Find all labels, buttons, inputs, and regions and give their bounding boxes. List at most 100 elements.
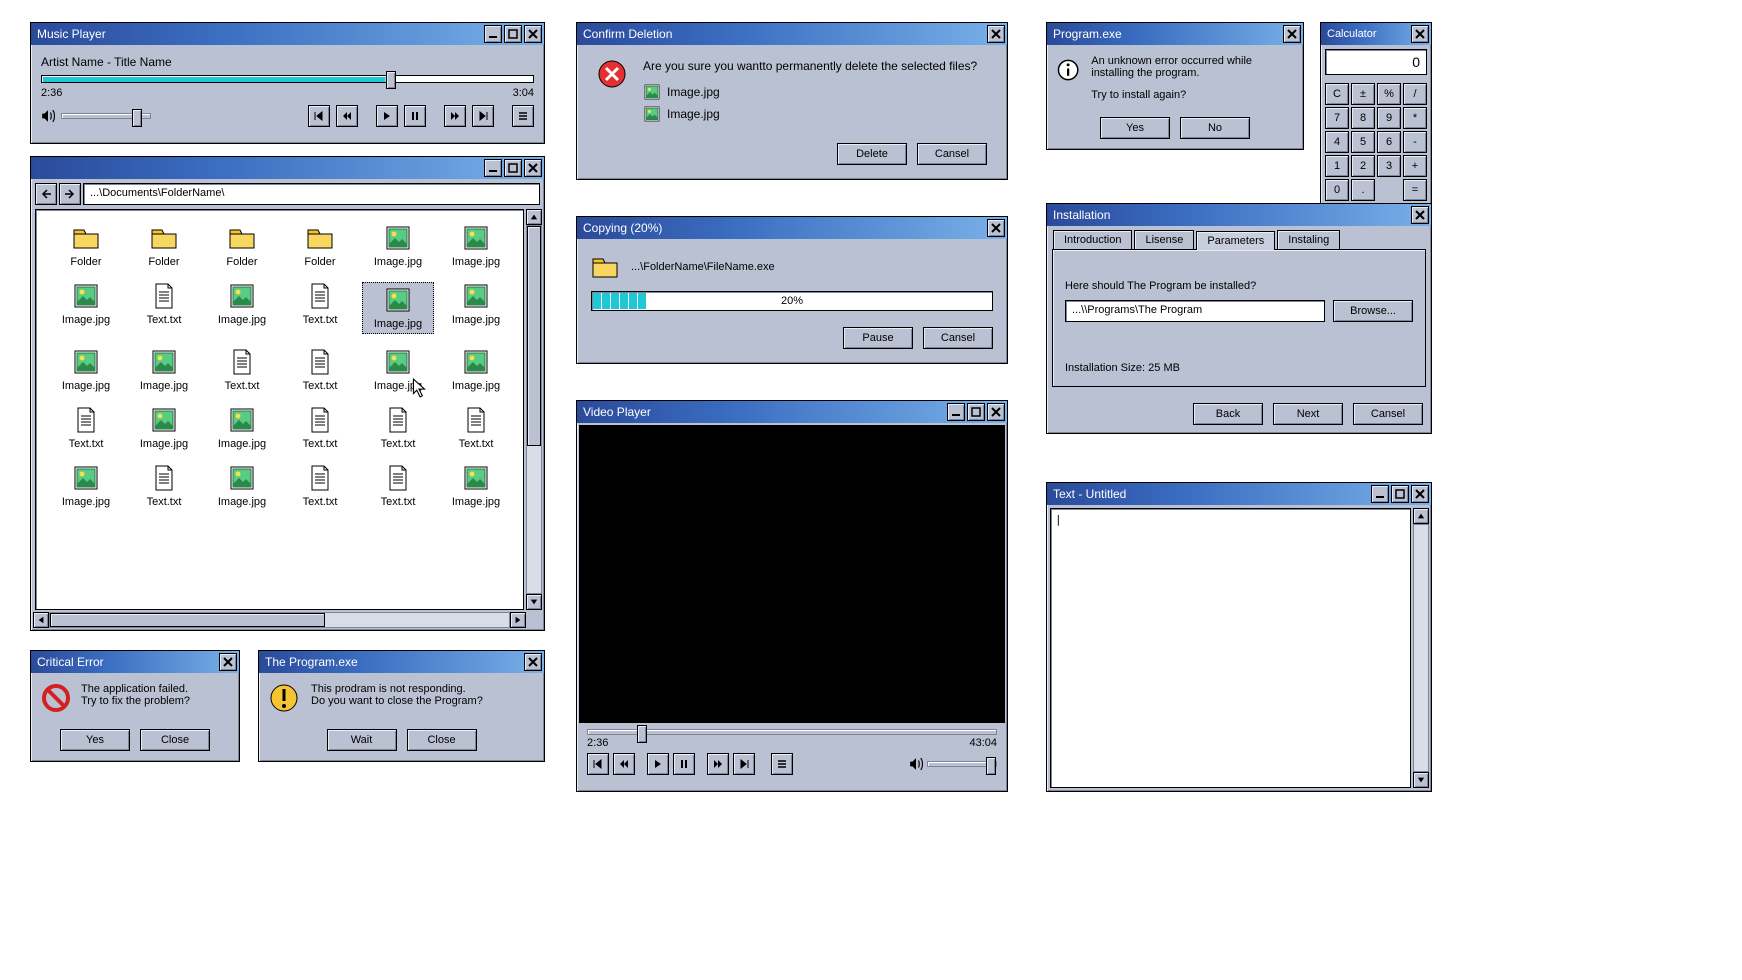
- file-item[interactable]: Folder: [128, 224, 200, 268]
- calc-key[interactable]: 0: [1325, 179, 1349, 201]
- titlebar[interactable]: Calculator: [1321, 23, 1431, 45]
- file-item[interactable]: Image.jpg: [50, 464, 122, 508]
- calc-key[interactable]: 7: [1325, 107, 1349, 129]
- scroll-down-button[interactable]: [1413, 772, 1429, 788]
- calc-key[interactable]: %: [1377, 83, 1401, 105]
- close-button[interactable]: [1411, 25, 1429, 43]
- next-button[interactable]: [472, 105, 494, 127]
- nav-forward-button[interactable]: [59, 183, 81, 205]
- pause-button[interactable]: [673, 753, 695, 775]
- scroll-thumb[interactable]: [50, 613, 325, 627]
- ffwd-button[interactable]: [444, 105, 466, 127]
- tab-lisense[interactable]: Lisense: [1134, 230, 1194, 249]
- tab-introduction[interactable]: Introduction: [1053, 230, 1132, 249]
- calc-key[interactable]: C: [1325, 83, 1349, 105]
- file-item[interactable]: Image.jpg: [440, 224, 512, 268]
- close-button[interactable]: [1411, 206, 1429, 224]
- file-item[interactable]: Image.jpg: [362, 224, 434, 268]
- minimize-button[interactable]: [484, 159, 502, 177]
- file-item[interactable]: Text.txt: [284, 464, 356, 508]
- close-button[interactable]: [524, 653, 542, 671]
- maximize-button[interactable]: [1391, 485, 1409, 503]
- yes-button[interactable]: Yes: [1100, 117, 1170, 139]
- file-item[interactable]: Text.txt: [128, 282, 200, 334]
- horizontal-scrollbar[interactable]: [33, 612, 526, 628]
- calc-key[interactable]: =: [1403, 179, 1427, 201]
- maximize-button[interactable]: [504, 25, 522, 43]
- vertical-scrollbar[interactable]: [526, 209, 542, 610]
- titlebar[interactable]: Copying (20%): [577, 217, 1007, 239]
- calc-key[interactable]: 8: [1351, 107, 1375, 129]
- close-button[interactable]: [987, 219, 1005, 237]
- nav-back-button[interactable]: [35, 183, 57, 205]
- file-item[interactable]: Folder: [284, 224, 356, 268]
- titlebar[interactable]: [31, 157, 544, 179]
- calc-key[interactable]: .: [1351, 179, 1375, 201]
- next-button[interactable]: Next: [1273, 403, 1343, 425]
- back-button[interactable]: Back: [1193, 403, 1263, 425]
- titlebar[interactable]: Music Player: [31, 23, 544, 45]
- close-program-button[interactable]: Close: [407, 729, 477, 751]
- file-item[interactable]: Image.jpg: [440, 348, 512, 392]
- video-seek-thumb[interactable]: [637, 725, 647, 743]
- play-button[interactable]: [376, 105, 398, 127]
- scroll-thumb[interactable]: [527, 226, 541, 446]
- file-item[interactable]: Image.jpg: [50, 348, 122, 392]
- calc-key[interactable]: 3: [1377, 155, 1401, 177]
- file-item[interactable]: Image.jpg: [206, 282, 278, 334]
- minimize-button[interactable]: [484, 25, 502, 43]
- cancel-button[interactable]: Cansel: [917, 143, 987, 165]
- volume-thumb[interactable]: [986, 757, 996, 775]
- file-item[interactable]: Image.jpg: [128, 348, 200, 392]
- minimize-button[interactable]: [947, 403, 965, 421]
- volume-track[interactable]: [927, 761, 997, 767]
- file-item[interactable]: Image.jpg: [206, 464, 278, 508]
- file-item[interactable]: Text.txt: [362, 464, 434, 508]
- calc-key[interactable]: 4: [1325, 131, 1349, 153]
- prev-button[interactable]: [308, 105, 330, 127]
- titlebar[interactable]: Confirm Deletion: [577, 23, 1007, 45]
- pause-button[interactable]: Pause: [843, 327, 913, 349]
- close-button[interactable]: [1283, 25, 1301, 43]
- titlebar[interactable]: Critical Error: [31, 651, 239, 673]
- address-bar[interactable]: ...\Documents\FolderName\: [83, 183, 540, 205]
- yes-button[interactable]: Yes: [60, 729, 130, 751]
- close-dialog-button[interactable]: Close: [140, 729, 210, 751]
- wait-button[interactable]: Wait: [327, 729, 397, 751]
- scroll-down-button[interactable]: [526, 594, 542, 610]
- text-area[interactable]: |: [1050, 508, 1411, 788]
- titlebar[interactable]: The Program.exe: [259, 651, 544, 673]
- ffwd-button[interactable]: [707, 753, 729, 775]
- volume-track[interactable]: [61, 113, 151, 119]
- file-item[interactable]: Text.txt: [284, 348, 356, 392]
- seek-track[interactable]: [41, 75, 534, 83]
- scroll-right-button[interactable]: [510, 612, 526, 628]
- file-item[interactable]: Text.txt: [284, 282, 356, 334]
- seek-thumb[interactable]: [386, 71, 396, 89]
- file-item[interactable]: Text.txt: [128, 464, 200, 508]
- calc-key[interactable]: ±: [1351, 83, 1375, 105]
- next-button[interactable]: [733, 753, 755, 775]
- file-item[interactable]: Text.txt: [50, 406, 122, 450]
- file-item[interactable]: Text.txt: [206, 348, 278, 392]
- playlist-button[interactable]: [512, 105, 534, 127]
- play-button[interactable]: [647, 753, 669, 775]
- calc-key[interactable]: *: [1403, 107, 1427, 129]
- close-button[interactable]: [987, 25, 1005, 43]
- calc-key[interactable]: -: [1403, 131, 1427, 153]
- delete-button[interactable]: Delete: [837, 143, 907, 165]
- calc-key[interactable]: 1: [1325, 155, 1349, 177]
- vertical-scrollbar[interactable]: [1413, 508, 1429, 788]
- file-item[interactable]: Image.jpg: [128, 406, 200, 450]
- close-button[interactable]: [524, 159, 542, 177]
- cancel-button[interactable]: Cansel: [923, 327, 993, 349]
- titlebar[interactable]: Program.exe: [1047, 23, 1303, 45]
- video-seek-track[interactable]: [587, 729, 997, 735]
- close-button[interactable]: [1411, 485, 1429, 503]
- file-item[interactable]: Text.txt: [440, 406, 512, 450]
- titlebar[interactable]: Text - Untitled: [1047, 483, 1431, 505]
- minimize-button[interactable]: [1371, 485, 1389, 503]
- maximize-button[interactable]: [504, 159, 522, 177]
- calc-key[interactable]: 5: [1351, 131, 1375, 153]
- close-button[interactable]: [987, 403, 1005, 421]
